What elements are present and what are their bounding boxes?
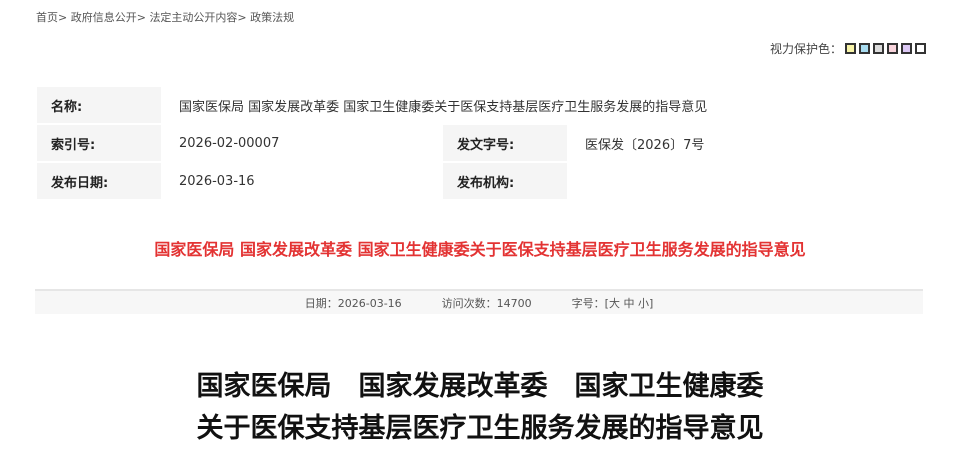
table-row: 名称: 国家医保局 国家发展改革委 国家卫生健康委关于医保支持基层医疗卫生服务发… <box>35 85 921 125</box>
color-swatch-blue[interactable] <box>859 43 870 54</box>
breadcrumb-home[interactable]: 首页> <box>36 11 67 24</box>
breadcrumb-policy[interactable]: 政策法规 <box>250 11 294 24</box>
date-label: 发布日期: <box>35 161 163 201</box>
docno-label: 发文字号: <box>441 123 569 163</box>
name-value: 国家医保局 国家发展改革委 国家卫生健康委关于医保支持基层医疗卫生服务发展的指导… <box>161 85 921 125</box>
color-swatch-gray[interactable] <box>873 43 884 54</box>
article-info-bar: 日期：2026-03-16 访问次数：14700 字号：[大 中 小] <box>35 289 923 314</box>
eye-protect-label: 视力保护色： <box>769 42 842 56</box>
body-title-line-1: 国家医保局 国家发展改革委 国家卫生健康委 <box>196 371 764 402</box>
font-size-control: 字号：[大 中 小] <box>572 295 654 311</box>
table-row: 发布日期: 2026-03-16 发布机构: <box>35 161 921 201</box>
color-swatch-pink[interactable] <box>887 43 898 54</box>
visit-count: 访问次数：14700 <box>441 296 532 310</box>
headline: 国家医保局 国家发展改革委 国家卫生健康委关于医保支持基层医疗卫生服务发展的指导… <box>154 240 806 259</box>
breadcrumb-statutory[interactable]: 法定主动公开内容> <box>149 11 246 24</box>
index-label: 索引号: <box>35 123 163 163</box>
color-swatch-white[interactable] <box>915 43 926 54</box>
org-label: 发布机构: <box>441 161 569 201</box>
publish-date: 日期：2026-03-16 <box>304 296 402 310</box>
body-title-line-2: 关于医保支持基层医疗卫生服务发展的指导意见 <box>196 413 764 444</box>
color-swatch-purple[interactable] <box>901 43 912 54</box>
font-small-button[interactable]: 小 <box>638 297 649 310</box>
font-size-label: 字号：[ <box>571 296 609 310</box>
document-meta-table: 名称: 国家医保局 国家发展改革委 国家卫生健康委关于医保支持基层医疗卫生服务发… <box>35 85 921 201</box>
breadcrumb: 首页> 政府信息公开> 法定主动公开内容> 政策法规 <box>36 9 294 25</box>
breadcrumb-gov-info[interactable]: 政府信息公开> <box>71 11 146 24</box>
font-large-button[interactable]: 大 <box>609 297 620 310</box>
font-medium-button[interactable]: 中 <box>623 297 634 310</box>
eye-protect-colors: 视力保护色： <box>770 40 926 57</box>
index-value: 2026-02-00007 <box>161 123 443 163</box>
font-size-bracket: ] <box>648 296 654 310</box>
date-value: 2026-03-16 <box>161 161 443 201</box>
docno-value: 医保发〔2026〕7号 <box>567 123 921 163</box>
color-swatch-yellow[interactable] <box>845 43 856 54</box>
table-row: 索引号: 2026-02-00007 发文字号: 医保发〔2026〕7号 <box>35 123 921 163</box>
name-label: 名称: <box>35 85 163 125</box>
org-value <box>567 161 921 201</box>
